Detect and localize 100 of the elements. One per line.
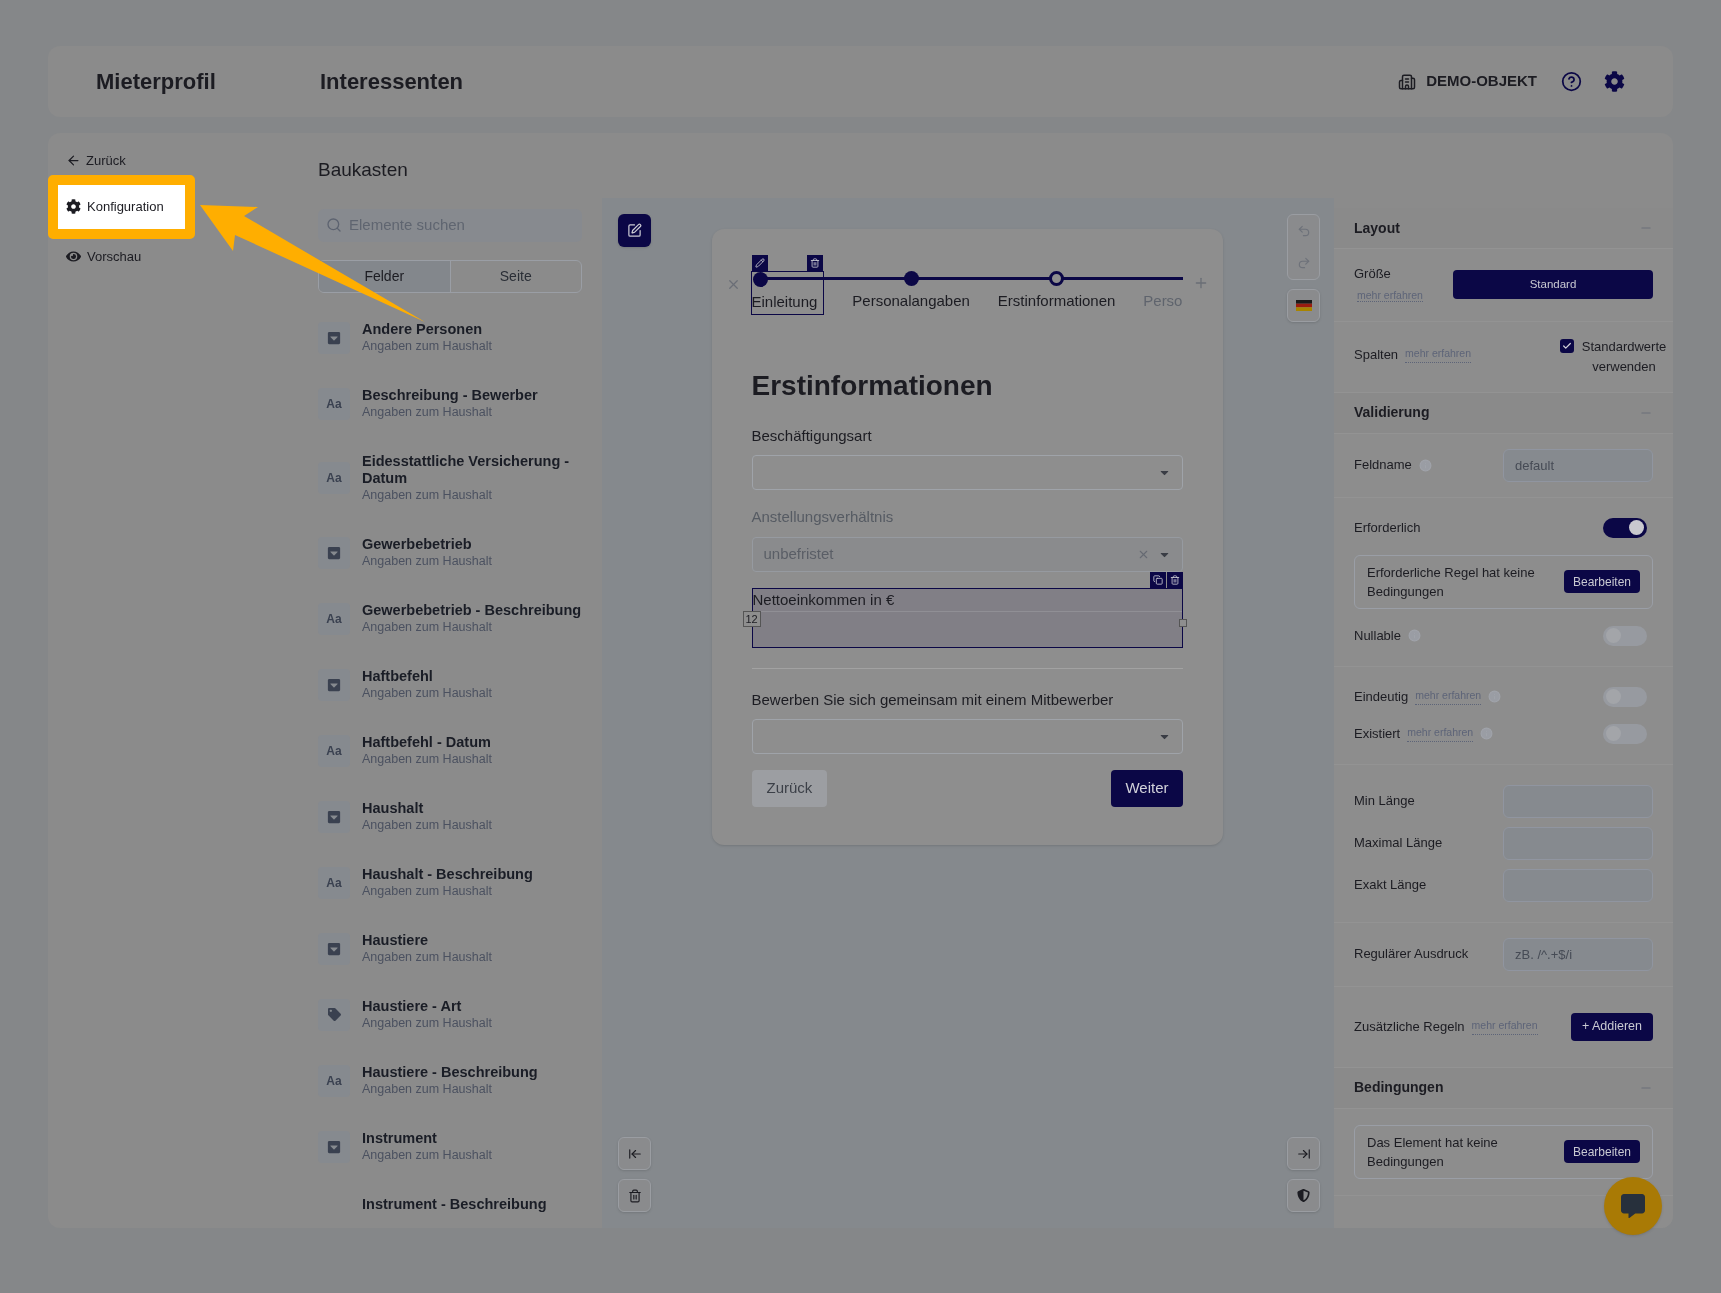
- element-group: Angaben zum Haushalt: [362, 403, 538, 421]
- dropdown-icon: [318, 932, 350, 965]
- element-name: Haftbefehl - Datum: [362, 733, 492, 751]
- element-name: Instrument - Beschreibung: [362, 1195, 547, 1213]
- element-item[interactable]: Haftbefehl Angaben zum Haushalt: [318, 667, 582, 702]
- toggle-switch[interactable]: [1603, 517, 1647, 538]
- dropdown-icon: [318, 321, 350, 354]
- delete-button[interactable]: [807, 255, 824, 271]
- element-item[interactable]: Haustiere Angaben zum Haushalt: [318, 931, 582, 966]
- element-name: Haustiere: [362, 931, 430, 949]
- dropdown-icon: [318, 668, 350, 701]
- setting-label: Exakt Länge: [1354, 876, 1427, 895]
- resize-handle[interactable]: [1178, 618, 1187, 627]
- size-button[interactable]: Standard: [1453, 270, 1653, 300]
- tab[interactable]: Seite: [449, 260, 581, 292]
- text-type-icon: Aa: [318, 1064, 350, 1097]
- edit-icon: [627, 223, 642, 238]
- shield-icon: [1297, 1189, 1310, 1202]
- toggle-switch[interactable]: [1603, 686, 1647, 707]
- help-icon[interactable]: [1561, 71, 1582, 92]
- element-group: Angaben zum Haushalt: [362, 948, 492, 966]
- undo-icon[interactable]: [1296, 224, 1311, 238]
- setting-label: Größe: [1354, 265, 1391, 283]
- field-label: Beschäftigungsart: [751, 425, 873, 446]
- nav-item[interactable]: Konfiguration: [48, 174, 195, 239]
- setting-label: Spalten: [1354, 345, 1399, 364]
- delete-button[interactable]: [618, 1179, 651, 1212]
- element-item[interactable]: Aa Haushalt - Beschreibung Angaben zum Haushalt: [318, 865, 582, 900]
- element-item[interactable]: Aa Beschreibung - Bewerber Angaben zum Haushalt: [318, 386, 582, 421]
- element-group: Angaben zum Haushalt: [362, 1146, 492, 1164]
- edit-button[interactable]: [751, 255, 768, 271]
- setting-label: Zusätzliche Regeln: [1354, 1017, 1465, 1036]
- checkbox[interactable]: [1560, 338, 1574, 353]
- gear-icon: [66, 199, 81, 214]
- app-title: Mieterprofil: [96, 68, 217, 96]
- element-item[interactable]: Aa Eidesstattliche Versicherung - Datum Angaben zum Haushalt: [318, 452, 582, 504]
- element-item[interactable]: Aa Haustiere - Beschreibung Angaben zum Haushalt: [318, 1063, 582, 1098]
- field-label: Nettoeinkommen in €: [752, 589, 896, 610]
- element-item[interactable]: Aa Gewerbebetrieb - Beschreibung Angaben zum Haushalt: [318, 601, 582, 636]
- next-button[interactable]: Weiter: [1111, 770, 1183, 807]
- page-title: Interessenten: [320, 68, 464, 96]
- element-name: Beschreibung - Bewerber: [362, 386, 538, 404]
- element-item[interactable]: Instrument - Beschreibung: [318, 1195, 582, 1213]
- setting-label: Eindeutig: [1354, 687, 1409, 706]
- setting-label: Min Länge: [1354, 792, 1415, 811]
- element-item[interactable]: Andere Personen Angaben zum Haushalt: [318, 320, 582, 355]
- text-field[interactable]: default: [1503, 448, 1653, 482]
- form-heading: Erstinformationen: [751, 368, 994, 403]
- collapse-right-button[interactable]: [1287, 1137, 1320, 1170]
- redo-icon[interactable]: [1296, 256, 1311, 270]
- flag-icon: [1295, 300, 1312, 311]
- back-button[interactable]: Zurück: [751, 770, 828, 807]
- chat-icon: [1621, 1194, 1645, 1218]
- back-link[interactable]: Zurück: [86, 151, 126, 171]
- edit-button[interactable]: Bearbeiten: [1563, 1140, 1640, 1163]
- section-title: Baukasten: [318, 158, 409, 182]
- field-label: Bewerben Sie sich gemeinsam mit einem Mitbewerber: [751, 689, 1115, 710]
- step-label[interactable]: Personalangaben: [852, 290, 970, 313]
- element-item[interactable]: Instrument Angaben zum Haushalt: [318, 1129, 582, 1164]
- text-field[interactable]: zB. /^.+$/i: [1503, 937, 1653, 971]
- element-group: Angaben zum Haushalt: [362, 750, 492, 768]
- setting-label: Regulärer Ausdruck: [1354, 945, 1469, 964]
- dropdown-icon: [318, 800, 350, 833]
- element-item[interactable]: Aa Haftbefehl - Datum Angaben zum Haushalt: [318, 733, 582, 768]
- element-item[interactable]: Haushalt Angaben zum Haushalt: [318, 799, 582, 834]
- text-type-icon: Aa: [318, 387, 350, 420]
- rule-text: Erforderliche Regel hat keine Bedingungen: [1367, 563, 1536, 601]
- setting-label: Nullable: [1354, 626, 1401, 645]
- settings-icon[interactable]: [1604, 71, 1625, 92]
- collapse-left-button[interactable]: [618, 1137, 651, 1170]
- shield-button[interactable]: [1287, 1179, 1320, 1212]
- element-name: Gewerbebetrieb: [362, 535, 473, 553]
- element-name: Haushalt - Beschreibung: [362, 865, 533, 883]
- text-type-icon: Aa: [318, 734, 350, 767]
- setting-label: Erforderlich: [1354, 518, 1421, 537]
- section-title: Bedingungen: [1354, 1078, 1444, 1097]
- element-item[interactable]: Gewerbebetrieb Angaben zum Haushalt: [318, 535, 582, 570]
- element-item[interactable]: Haustiere - Art Angaben zum Haushalt: [318, 997, 582, 1032]
- element-name: Eidesstattliche Versicherung - Datum: [362, 452, 571, 487]
- element-name: Haftbefehl: [362, 667, 434, 685]
- step-label[interactable]: Erstinformationen: [997, 290, 1116, 313]
- element-name: Instrument: [362, 1129, 438, 1147]
- edit-button[interactable]: Bearbeiten: [1563, 570, 1640, 593]
- language-button[interactable]: [1287, 289, 1320, 322]
- text-type-icon: Aa: [318, 602, 350, 635]
- text-type-icon: Aa: [318, 866, 350, 899]
- add-button[interactable]: + Addieren: [1570, 1012, 1653, 1041]
- toggle-switch[interactable]: [1603, 723, 1647, 744]
- arrow-to-line-icon: [1296, 1146, 1311, 1161]
- rule-text: Das Element hat keine Bedingungen: [1367, 1133, 1499, 1171]
- edit-button[interactable]: [618, 214, 651, 247]
- toggle-switch[interactable]: [1603, 625, 1647, 646]
- setting-label: Feldname: [1354, 456, 1412, 475]
- object-name[interactable]: DEMO-OBJEKT: [1426, 70, 1537, 93]
- dropdown-field[interactable]: [751, 719, 1183, 754]
- element-name: Haushalt: [362, 799, 425, 817]
- nav-item[interactable]: Vorschau: [48, 246, 318, 267]
- dropdown-field[interactable]: [751, 455, 1183, 490]
- element-group: Angaben zum Haushalt: [362, 1080, 538, 1098]
- element-name: Andere Personen: [362, 320, 484, 338]
